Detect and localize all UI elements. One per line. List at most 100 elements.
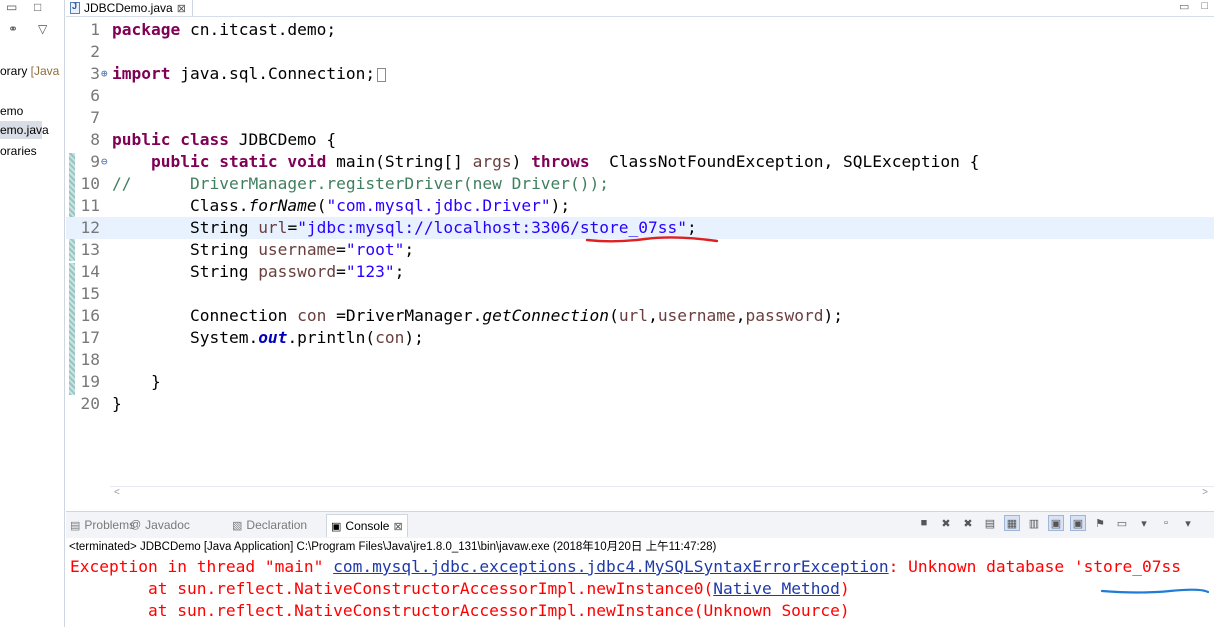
minimize-icon[interactable]: ▭ (6, 0, 17, 14)
tree-item-library[interactable]: orary [Java (0, 62, 59, 80)
code-text: Class.forName("com.mysql.jdbc.Driver"); (112, 195, 570, 217)
line-number: 3 (90, 64, 100, 83)
code-token: cn.itcast.demo; (180, 20, 337, 39)
code-token: password (745, 306, 824, 325)
code-token: import (112, 64, 171, 83)
code-token: public static void (150, 152, 327, 171)
code-line[interactable]: 1 package cn.itcast.demo; (66, 19, 1214, 41)
clear-console-icon[interactable]: ▤ (982, 515, 998, 531)
code-token: ; (394, 262, 405, 281)
code-line[interactable]: 9 ⊖ public static void main(String[] args… (66, 151, 1214, 173)
maximize-icon[interactable]: □ (1201, 0, 1208, 13)
code-line[interactable]: 18 (66, 349, 1214, 371)
show-on-output-icon[interactable]: ▣ (1048, 515, 1064, 531)
code-text: package cn.itcast.demo; (112, 19, 336, 41)
code-line[interactable]: 7 (66, 107, 1214, 129)
tab-problems[interactable]: ▤ Problems (70, 516, 135, 534)
line-number: 6 (90, 86, 100, 105)
scroll-lock-icon[interactable]: ▦ (1004, 515, 1020, 531)
code-line[interactable]: 14 String password="123"; (66, 261, 1214, 283)
code-token: Connection (112, 306, 298, 325)
link-editor-icon[interactable]: ⚭ (8, 22, 18, 36)
line-number: 7 (90, 108, 100, 127)
code-token: "123" (345, 262, 395, 281)
tab-javadoc[interactable]: @ Javadoc (130, 516, 190, 534)
line-number: 13 (80, 240, 101, 259)
code-line[interactable]: 20} (66, 393, 1214, 415)
native-method-link[interactable]: Native Method (713, 579, 840, 598)
pin-console-icon[interactable]: ⚑ (1092, 515, 1108, 531)
console-output[interactable]: Exception in thread "main" com.mysql.jdb… (66, 556, 1214, 627)
exception-link[interactable]: com.mysql.jdbc.exceptions.jdbc4.MySQLSyn… (333, 557, 889, 576)
code-token: = (336, 240, 346, 259)
remove-all-icon[interactable]: ✖ (960, 515, 976, 531)
view-menu-icon[interactable]: ▽ (38, 22, 47, 36)
code-token: url (258, 218, 288, 237)
line-number: 8 (90, 130, 100, 149)
tab-label: JDBCDemo.java (84, 1, 173, 15)
code-token: ClassNotFoundException, SQLException { (589, 152, 980, 171)
console-line: Exception in thread "main" com.mysql.jdb… (70, 557, 1182, 576)
code-line[interactable]: 6 (66, 85, 1214, 107)
code-text: Connection con =DriverManager.getConnect… (112, 305, 843, 327)
code-line[interactable]: 10 // DriverManager.registerDriver(new Dr… (66, 173, 1214, 195)
tab-jdbcdemo-java[interactable]: JDBCDemo.java ⊠ (66, 0, 193, 16)
code-token: ); (550, 196, 571, 215)
code-editor[interactable]: 1 package cn.itcast.demo; 2 3 ⊕ import java.s… (66, 17, 1214, 498)
code-token: package (112, 20, 181, 39)
editor-window-buttons: ▭ □ (1179, 0, 1208, 13)
package-explorer: ▭ □ ⚭ ▽ orary [Java emo emo.java oraries (0, 0, 65, 627)
fold-toggle-icon[interactable]: ⊕ (101, 63, 108, 85)
remove-launch-icon[interactable]: ✖ (938, 515, 954, 531)
tree-item-libraries[interactable]: oraries (0, 142, 37, 160)
code-token: String (112, 240, 259, 259)
code-line[interactable]: 8 public class JDBCDemo { (66, 129, 1214, 151)
scroll-left-icon[interactable]: < (114, 487, 120, 498)
code-token: = (336, 262, 346, 281)
code-token: =DriverManager. (326, 306, 483, 325)
code-token: username (657, 306, 736, 325)
view-menu-icon[interactable]: ▾ (1180, 515, 1196, 531)
close-icon[interactable]: ⊠ (393, 520, 402, 533)
fold-toggle-icon[interactable]: ⊖ (101, 151, 108, 173)
scroll-right-icon[interactable]: > (1202, 487, 1208, 498)
code-line[interactable]: 19 } (66, 371, 1214, 393)
dropdown-icon[interactable]: ▾ (1136, 515, 1152, 531)
tab-console[interactable]: ▣ Console ⊠ (326, 514, 408, 537)
code-token: con (375, 328, 405, 347)
open-console-icon[interactable]: ▫ (1158, 515, 1174, 531)
code-line[interactable]: 16 Connection con =DriverManager.getConn… (66, 305, 1214, 327)
red-annotation-underline (585, 236, 719, 243)
tab-declaration[interactable]: ▧ Declaration (232, 516, 307, 534)
line-number: 12 (80, 218, 101, 237)
line-number: 20 (80, 394, 101, 413)
code-token: forName (248, 196, 317, 215)
display-console-icon[interactable]: ▭ (1114, 515, 1130, 531)
show-on-error-icon[interactable]: ▣ (1070, 515, 1086, 531)
word-wrap-icon[interactable]: ▥ (1026, 515, 1042, 531)
line-number: 17 (80, 328, 101, 347)
maximize-icon[interactable]: □ (34, 0, 41, 14)
tree-item-java-file[interactable]: emo.java (0, 121, 49, 139)
code-text: // DriverManager.registerDriver(new Driv… (112, 173, 609, 195)
tree-item-package[interactable]: emo (0, 102, 23, 120)
collapsed-imports-marker[interactable] (377, 67, 387, 82)
code-token: } (112, 372, 161, 391)
editor-tab-bar: JDBCDemo.java ⊠ ▭ □ (66, 0, 1214, 17)
terminate-icon[interactable]: ■ (916, 515, 932, 531)
code-token: ); (823, 306, 844, 325)
line-number: 14 (80, 262, 101, 281)
minimize-icon[interactable]: ▭ (1179, 0, 1189, 13)
code-line[interactable]: 2 (66, 41, 1214, 63)
horizontal-scrollbar[interactable]: < > (110, 486, 1214, 501)
code-token: "com.mysql.jdbc.Driver" (326, 196, 551, 215)
line-number: 9 (90, 152, 100, 171)
code-token: String (112, 262, 259, 281)
code-line[interactable]: 15 (66, 283, 1214, 305)
close-icon[interactable]: ⊠ (177, 2, 186, 15)
code-token: java.sql.Connection; (170, 64, 376, 83)
code-line[interactable]: 11 Class.forName("com.mysql.jdbc.Driver"… (66, 195, 1214, 217)
code-line[interactable]: 17 System.out.println(con); (66, 327, 1214, 349)
code-line[interactable]: 3 ⊕ import java.sql.Connection; (66, 63, 1214, 85)
